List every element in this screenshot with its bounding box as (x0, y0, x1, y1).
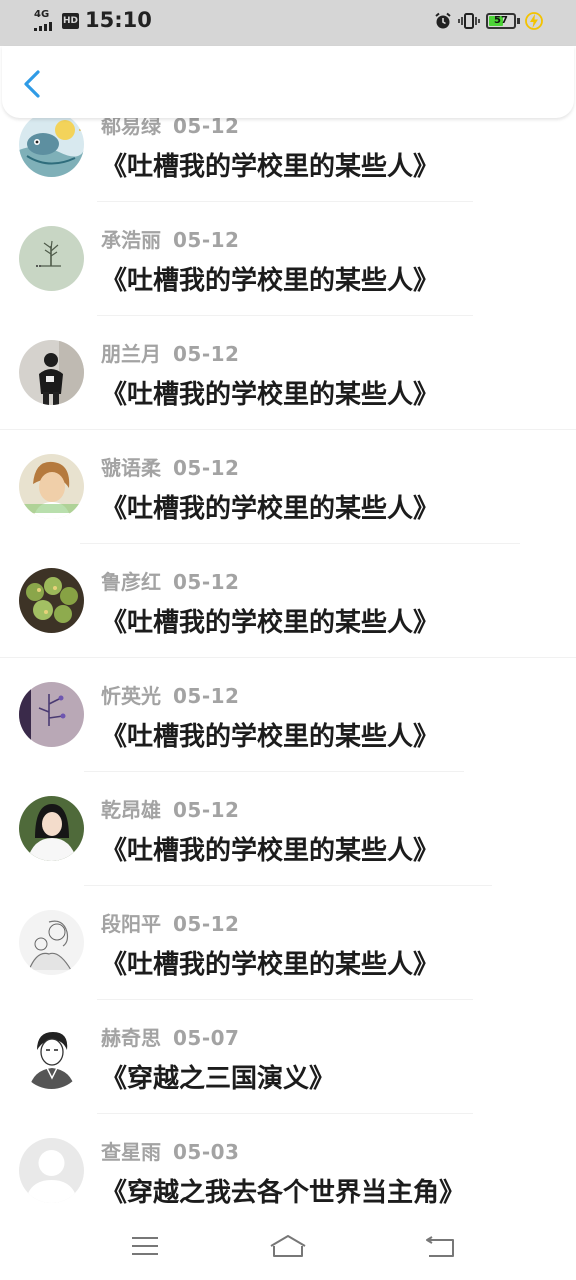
author-name: 赫奇思 (101, 1026, 161, 1050)
avatar[interactable] (19, 1024, 84, 1089)
post-meta: 赫奇思 05-07 (101, 1022, 239, 1051)
post-date: 05-07 (173, 1026, 240, 1050)
signal-icon (34, 21, 58, 31)
list-item[interactable]: 乾昂雄 05-12 《吐槽我的学校里的某些人》 (0, 790, 576, 904)
list-item[interactable]: 忻英光 05-12 《吐槽我的学校里的某些人》 (0, 676, 576, 790)
author-name: 鲁彦红 (101, 570, 161, 594)
divider (84, 885, 492, 886)
author-name: 朋兰月 (101, 342, 161, 366)
author-name: 段阳平 (101, 912, 161, 936)
avatar[interactable] (19, 454, 84, 519)
hd-badge: HD (62, 13, 79, 29)
post-meta: 忻英光 05-12 (101, 680, 239, 709)
network-type: 4G (34, 9, 50, 20)
avatar[interactable] (19, 568, 84, 633)
post-meta: 朋兰月 05-12 (101, 338, 239, 367)
divider (97, 315, 473, 316)
divider (97, 201, 473, 202)
list-item[interactable]: 虢语柔 05-12 《吐槽我的学校里的某些人》 (0, 448, 576, 562)
system-nav-bar (0, 1212, 576, 1280)
post-title[interactable]: 《吐槽我的学校里的某些人》 (101, 488, 439, 525)
screen: 4G HD 15:10 57 郗易绿 05-12 《吐槽我的学校里的某些人》 承… (0, 0, 576, 1280)
post-date: 05-12 (173, 912, 240, 936)
divider (97, 1113, 473, 1114)
post-title[interactable]: 《吐槽我的学校里的某些人》 (101, 146, 439, 183)
list-item[interactable]: 朋兰月 05-12 《吐槽我的学校里的某些人》 (0, 334, 576, 448)
avatar[interactable] (19, 682, 84, 747)
list-item[interactable]: 段阳平 05-12 《吐槽我的学校里的某些人》 (0, 904, 576, 1018)
divider (80, 543, 520, 544)
author-name: 承浩丽 (101, 228, 161, 252)
battery-cap (517, 18, 520, 24)
back-icon[interactable] (420, 1230, 460, 1262)
charging-icon (525, 12, 543, 30)
post-date: 05-03 (173, 1140, 240, 1164)
menu-icon[interactable] (126, 1230, 166, 1262)
avatar[interactable] (19, 112, 84, 177)
post-title[interactable]: 《吐槽我的学校里的某些人》 (101, 374, 439, 411)
post-date: 05-12 (173, 798, 240, 822)
post-meta: 段阳平 05-12 (101, 908, 239, 937)
post-date: 05-12 (173, 684, 240, 708)
post-date: 05-12 (173, 570, 240, 594)
clock: 15:10 (85, 8, 152, 32)
battery-level: 57 (494, 15, 508, 26)
post-title[interactable]: 《吐槽我的学校里的某些人》 (101, 944, 439, 981)
divider (84, 771, 464, 772)
avatar[interactable] (19, 796, 84, 861)
alarm-icon (435, 12, 451, 29)
top-app-bar (2, 46, 574, 118)
avatar[interactable] (19, 340, 84, 405)
author-name: 虢语柔 (101, 456, 161, 480)
avatar[interactable] (19, 910, 84, 975)
home-icon[interactable] (268, 1230, 308, 1262)
post-list: 郗易绿 05-12 《吐槽我的学校里的某些人》 承浩丽 05-12 《吐槽我的学校里… (0, 106, 576, 1246)
vibrate-icon (458, 13, 480, 29)
post-date: 05-12 (173, 342, 240, 366)
divider (0, 429, 576, 430)
list-item[interactable]: 鲁彦红 05-12 《吐槽我的学校里的某些人》 (0, 562, 576, 676)
author-name: 忻英光 (101, 684, 161, 708)
avatar[interactable] (19, 226, 84, 291)
divider (97, 999, 473, 1000)
author-name: 查星雨 (101, 1140, 161, 1164)
post-meta: 承浩丽 05-12 (101, 224, 239, 253)
post-title[interactable]: 《吐槽我的学校里的某些人》 (101, 830, 439, 867)
post-title[interactable]: 《吐槽我的学校里的某些人》 (101, 260, 439, 297)
post-title[interactable]: 《吐槽我的学校里的某些人》 (101, 716, 439, 753)
post-title[interactable]: 《穿越之三国演义》 (101, 1058, 335, 1095)
status-bar: 4G HD 15:10 57 (0, 0, 576, 46)
list-item[interactable]: 郗易绿 05-12 《吐槽我的学校里的某些人》 (0, 106, 576, 220)
post-meta: 鲁彦红 05-12 (101, 566, 239, 595)
post-title[interactable]: 《吐槽我的学校里的某些人》 (101, 602, 439, 639)
post-meta: 乾昂雄 05-12 (101, 794, 239, 823)
chevron-left-icon[interactable] (16, 68, 48, 100)
post-date: 05-12 (173, 228, 240, 252)
post-title[interactable]: 《穿越之我去各个世界当主角》 (101, 1172, 465, 1209)
list-item[interactable]: 承浩丽 05-12 《吐槽我的学校里的某些人》 (0, 220, 576, 334)
divider (0, 657, 576, 658)
author-name: 乾昂雄 (101, 798, 161, 822)
list-item[interactable]: 赫奇思 05-07 《穿越之三国演义》 (0, 1018, 576, 1132)
post-meta: 查星雨 05-03 (101, 1136, 239, 1165)
post-date: 05-12 (173, 456, 240, 480)
avatar[interactable] (19, 1138, 84, 1203)
post-meta: 虢语柔 05-12 (101, 452, 239, 481)
